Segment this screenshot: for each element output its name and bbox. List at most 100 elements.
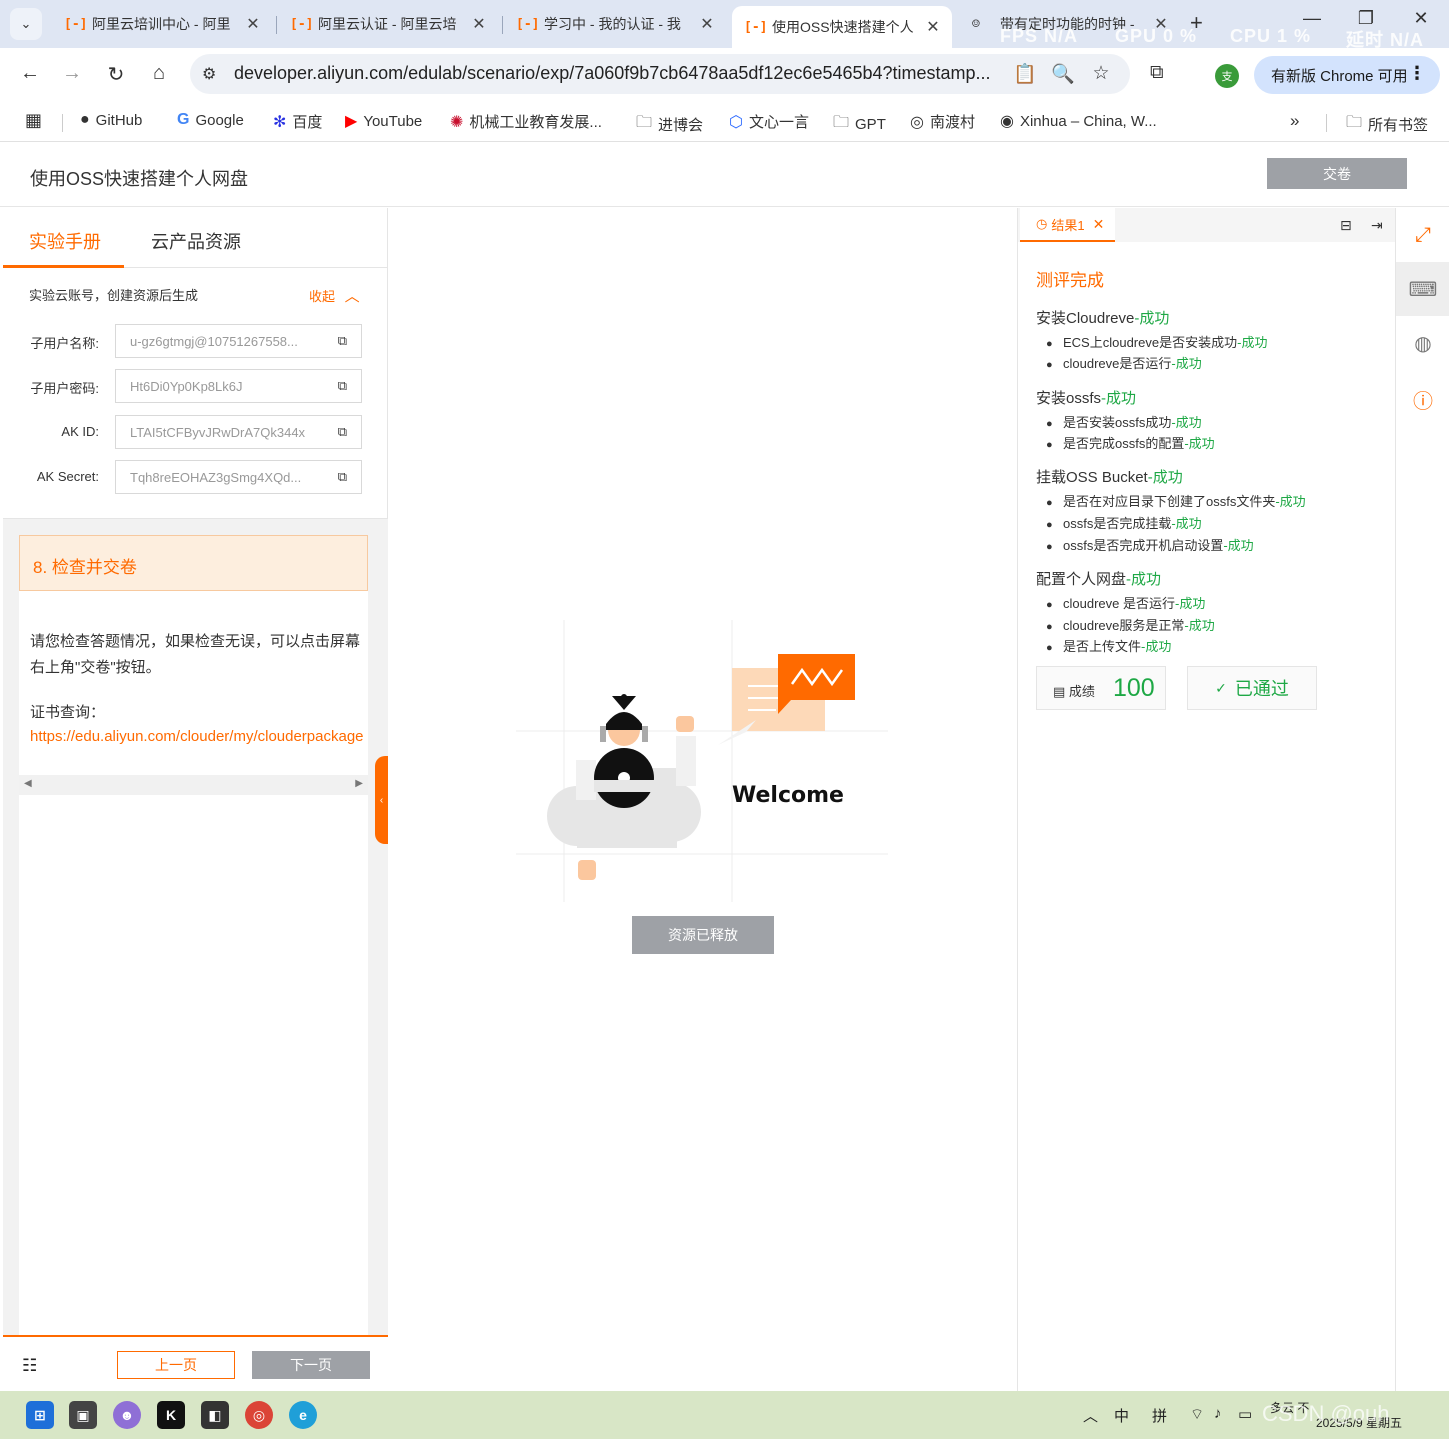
bookmark-folder-gpt[interactable]: 🗀 GPT (833, 111, 886, 138)
step-content-area: 8. 检查并交卷 请您检查答题情况，如果检查无误，可以点击屏幕右上角"交卷"按钮… (3, 519, 388, 1335)
k-app-icon[interactable]: K (157, 1401, 185, 1429)
copy-icon[interactable]: ⧉ (338, 333, 347, 349)
resources-released-button[interactable]: 资源已释放 (632, 916, 774, 954)
tab-search-button[interactable]: ⌄ (10, 8, 42, 40)
group-status: -成功 (1126, 571, 1162, 588)
bookmark-star-icon[interactable]: ☆ (1088, 62, 1114, 85)
cat-app-icon[interactable]: ☻ (113, 1401, 141, 1429)
folder-icon: 🗀 (636, 114, 653, 131)
close-icon[interactable]: ✕ (1093, 216, 1105, 233)
scroll-left-icon[interactable]: ◀ (24, 778, 32, 789)
apps-grid-icon[interactable]: ▦ (25, 110, 42, 131)
bookmark-label: 百度 (292, 114, 323, 131)
profile-avatar[interactable]: 支 (1215, 64, 1239, 88)
browser-tab-2[interactable]: [-] 学习中 - 我的认证 - 我 ✕ (504, 8, 726, 40)
browser-tab-0[interactable]: [-] 阿里云培训中心 - 阿里 ✕ (52, 8, 272, 40)
address-bar[interactable]: ⚙ developer.aliyun.com/edulab/scenario/e… (190, 54, 1130, 94)
fullscreen-icon[interactable]: ⤢ (1396, 208, 1449, 262)
password-label: 子用户密码: (30, 381, 99, 396)
minimize-panel-icon[interactable]: ⊟ (1340, 217, 1352, 234)
eval-complete-title: 测评完成 (1036, 271, 1104, 290)
bookmark-nandu[interactable]: ◎ 南渡村 (910, 111, 975, 132)
bookmark-divider (1326, 114, 1327, 132)
bookmark-label: 机械工业教育发展... (469, 114, 602, 131)
aliyun-logo-icon: [-] (64, 16, 88, 32)
restore-icon[interactable]: ❐ (1346, 8, 1386, 29)
url-text[interactable]: developer.aliyun.com/edulab/scenario/exp… (234, 63, 1004, 84)
browser-icon[interactable]: ◍ (1396, 316, 1449, 370)
ime-chinese[interactable]: 中 (1114, 1405, 1129, 1426)
catalog-icon[interactable]: ☷ (22, 1356, 37, 1376)
close-tab-icon[interactable]: ✕ (470, 14, 488, 34)
right-toolbar: ⤢ ⌨ ◍ ⓘ (1395, 208, 1449, 1391)
result-group-title: 挂载OSS Bucket-成功 (1036, 466, 1183, 487)
box-app-icon[interactable]: ◧ (201, 1401, 229, 1429)
more-menu-icon[interactable]: ⋮ (1408, 63, 1426, 84)
folder-icon: 🗀 (833, 114, 850, 131)
copy-icon[interactable]: ⧉ (338, 378, 347, 394)
close-tab-icon[interactable]: ✕ (698, 14, 716, 34)
scroll-right-icon[interactable]: ▶ (355, 778, 363, 789)
submit-exam-button[interactable]: 交卷 (1267, 158, 1407, 189)
bookmark-wenxin[interactable]: ⬡ 文心一言 (729, 111, 809, 132)
browser-tab-1[interactable]: [-] 阿里云认证 - 阿里云培 ✕ (278, 8, 498, 40)
wifi-icon[interactable]: ⌔ (1190, 1405, 1204, 1424)
horizontal-scrollbar[interactable]: ◀ ▶ (19, 775, 368, 795)
tab-lab-manual[interactable]: 实验手册 (29, 228, 101, 254)
tray-expand-icon[interactable]: ︿ (1083, 1405, 1098, 1426)
perf-cpu: CPU 1 % (1230, 26, 1312, 46)
collapse-panel-icon[interactable]: ⇥ (1371, 217, 1383, 234)
chrome-icon[interactable]: ◎ (245, 1401, 273, 1429)
ak-id-field[interactable]: LTAI5tCFByvJRwDrA7Qk344x ⧉ (115, 415, 362, 449)
result-item: ● cloudreve 是否运行-成功 (1046, 596, 1206, 611)
all-bookmarks-button[interactable]: 🗀 所有书签 (1346, 111, 1428, 138)
bookmark-youtube[interactable]: ▶ YouTube (345, 111, 422, 131)
terminal-icon[interactable]: ⌨ (1396, 262, 1449, 316)
close-tab-icon[interactable]: ✕ (244, 14, 262, 34)
item-status: -成功 (1237, 335, 1268, 350)
result-item: ● 是否上传文件-成功 (1046, 639, 1172, 654)
bookmarks-bar: ▦ ● GitHub G Google ✻ 百度 ▶ YouTube ✺ 机械工业教育发展… (0, 102, 1449, 142)
ak-secret-field[interactable]: Tqh8reEOHAZ3gSmg4XQd... ⧉ (115, 460, 362, 494)
zoom-icon[interactable]: 🔍 (1050, 62, 1076, 86)
browser-tab-active[interactable]: [-] 使用OSS快速搭建个人 ✕ (732, 6, 952, 48)
ime-pinyin[interactable]: 拼 (1152, 1405, 1167, 1426)
bookmark-google[interactable]: G Google (177, 111, 244, 129)
home-icon[interactable]: ⌂ (145, 62, 173, 85)
bookmark-folder-jinbo[interactable]: 🗀 进博会 (636, 111, 703, 138)
clipboard-icon[interactable]: 📋 (1012, 62, 1038, 86)
battery-icon[interactable]: ▭ (1238, 1405, 1252, 1423)
extensions-icon[interactable]: ⧉ (1150, 62, 1164, 84)
site-info-icon[interactable]: ⚙ (202, 64, 216, 84)
cert-link[interactable]: https://edu.aliyun.com/clouder/my/cloude… (30, 728, 367, 745)
task-view-icon[interactable]: ▣ (69, 1401, 97, 1429)
copy-icon[interactable]: ⧉ (338, 424, 347, 440)
volume-icon[interactable]: ♪ (1214, 1405, 1222, 1422)
edge-icon[interactable]: e (289, 1401, 317, 1429)
tab-result-1[interactable]: ◷ 结果1 ✕ (1020, 208, 1115, 242)
prev-page-button[interactable]: 上一页 (117, 1351, 235, 1379)
bookmark-xinhua[interactable]: ◉ Xinhua – China, W... (1000, 111, 1157, 131)
panel-toggle-handle[interactable]: ‹ (375, 756, 388, 844)
username-field[interactable]: u-gz6gtmgj@10751267558... ⧉ (115, 324, 362, 358)
bookmark-github[interactable]: ● GitHub (80, 111, 142, 129)
password-field[interactable]: Ht6Di0Yp0Kp8Lk6J ⧉ (115, 369, 362, 403)
close-tab-icon[interactable]: ✕ (924, 17, 942, 37)
reload-icon[interactable]: ↻ (102, 62, 130, 87)
windows-start-icon[interactable]: ⊞ (26, 1401, 54, 1429)
help-icon[interactable]: ⓘ (1396, 372, 1449, 426)
account-header: 实验云账号，创建资源后生成 (29, 288, 199, 303)
forward-icon[interactable]: → (58, 62, 86, 85)
back-icon[interactable]: ← (16, 62, 44, 85)
bookmark-baidu[interactable]: ✻ 百度 (273, 111, 322, 132)
window-close-icon[interactable]: ✕ (1401, 8, 1441, 29)
next-page-button[interactable]: 下一页 (252, 1351, 370, 1379)
tab-title: 学习中 - 我的认证 - 我 (544, 16, 681, 32)
bookmark-jixie[interactable]: ✺ 机械工业教育发展... (450, 111, 602, 132)
copy-icon[interactable]: ⧉ (338, 469, 347, 485)
minimize-icon[interactable]: — (1292, 8, 1332, 29)
chrome-update-button[interactable]: 有新版 Chrome 可用 ⋮ (1254, 56, 1440, 94)
bookmarks-overflow-icon[interactable]: » (1290, 111, 1299, 131)
tab-cloud-resources[interactable]: 云产品资源 (151, 228, 241, 254)
collapse-button[interactable]: 收起 ︿ (309, 285, 360, 306)
